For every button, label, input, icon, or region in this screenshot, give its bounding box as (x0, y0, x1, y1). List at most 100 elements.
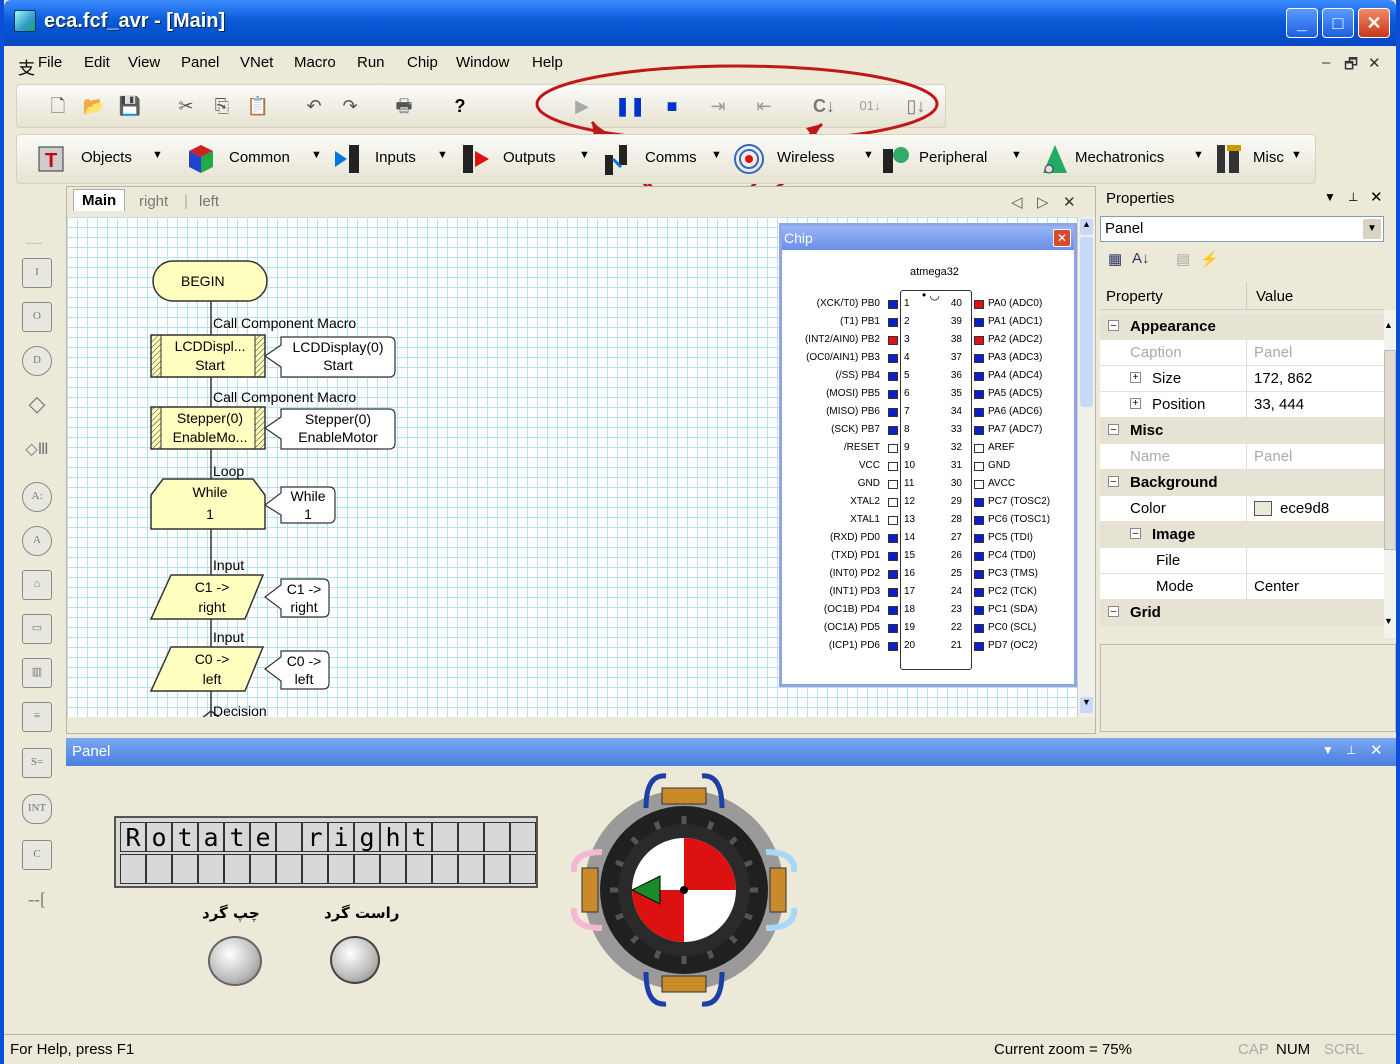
chip-pin-left[interactable] (888, 588, 898, 597)
chip-pin-left[interactable] (888, 300, 898, 309)
property-row[interactable]: – Background (1100, 470, 1384, 496)
panel-close-icon[interactable]: ✕ (1370, 741, 1383, 759)
chip-pin-left[interactable] (888, 606, 898, 615)
maximize-button[interactable]: □ (1322, 8, 1354, 38)
chip-pin-right[interactable] (974, 624, 984, 633)
collapse-icon[interactable]: – (1108, 424, 1119, 435)
collapse-icon[interactable]: – (1130, 528, 1141, 539)
tab-next-icon[interactable]: ▷ (1037, 193, 1049, 211)
wireless-chevron-icon[interactable]: ▼ (863, 149, 874, 161)
loop-shape-icon[interactable]: ⌂ (22, 570, 52, 600)
chip-pin-left[interactable] (888, 462, 898, 471)
help-icon[interactable]: ? (447, 93, 473, 119)
input1-shape[interactable]: C1 -> right (167, 577, 257, 617)
interrupt-icon[interactable]: INT (22, 794, 52, 824)
property-value[interactable]: 172, 862 (1254, 370, 1312, 387)
menu-vnet[interactable]: VNet (240, 54, 273, 71)
properties-pin-icon[interactable]: ⊥ (1348, 190, 1358, 204)
chip-pin-left[interactable] (888, 354, 898, 363)
property-row[interactable]: – Image (1100, 522, 1384, 548)
panel-pin-icon[interactable]: ⊥ (1346, 743, 1356, 757)
properties-close-icon[interactable]: ✕ (1370, 188, 1383, 206)
chip-pin-right[interactable] (974, 318, 984, 327)
mdi-close-icon[interactable]: ✕ (1368, 54, 1381, 72)
call2-shape[interactable]: Stepper(0) EnableMo... (165, 409, 255, 447)
collapse-icon[interactable]: – (1108, 606, 1119, 617)
connection-point-icon[interactable]: A: (22, 482, 52, 512)
common-menu[interactable]: Common (229, 149, 290, 166)
inputs-chevron-icon[interactable]: ▼ (437, 149, 448, 161)
chip-pin-left[interactable] (888, 318, 898, 327)
undo-icon[interactable]: ↶ (301, 93, 327, 119)
property-row[interactable]: Mode Center (1100, 574, 1384, 600)
new-file-icon[interactable]: 🗋 (45, 93, 71, 119)
input-shape-icon[interactable]: I (22, 258, 52, 288)
menu-macro[interactable]: Macro (294, 54, 336, 71)
properties-dropdown-icon[interactable]: ▼ (1324, 190, 1336, 204)
scroll-up-icon[interactable]: ▲ (1080, 219, 1093, 235)
property-row[interactable]: – Appearance (1100, 314, 1384, 340)
chip-pin-right[interactable] (974, 390, 984, 399)
tab-right[interactable]: right (139, 193, 168, 210)
tab-left[interactable]: left (199, 193, 219, 210)
chip-pin-right[interactable] (974, 480, 984, 489)
property-row[interactable]: – Grid (1100, 600, 1384, 626)
property-row[interactable]: + Size 172, 862 (1100, 366, 1384, 392)
props-scroll-up-icon[interactable]: ▲ (1384, 320, 1393, 330)
menu-edit[interactable]: Edit (84, 54, 110, 71)
scroll-thumb[interactable] (1080, 237, 1093, 407)
events-icon[interactable]: ⚡ (1200, 250, 1219, 268)
comment-icon[interactable]: --[ (22, 886, 52, 916)
chip-pin-right[interactable] (974, 336, 984, 345)
comms-chevron-icon[interactable]: ▼ (711, 149, 722, 161)
expand-icon[interactable]: + (1130, 398, 1141, 409)
chip-close-icon[interactable]: ✕ (1053, 229, 1071, 247)
chip-pin-left[interactable] (888, 444, 898, 453)
input2-shape[interactable]: C0 -> left (167, 649, 257, 689)
property-value[interactable]: 33, 444 (1254, 396, 1304, 413)
chip-pin-right[interactable] (974, 354, 984, 363)
macro-shape-icon[interactable]: ▭ (22, 614, 52, 644)
string-icon[interactable]: S= (22, 748, 52, 778)
collapse-icon[interactable]: – (1108, 476, 1119, 487)
mdi-restore-icon[interactable]: 🗗 (1344, 54, 1358, 79)
copy-icon[interactable]: ⎘ (209, 93, 235, 119)
inputs-menu[interactable]: Inputs (375, 149, 416, 166)
props-scroll-down-icon[interactable]: ▼ (1384, 616, 1393, 626)
tab-main[interactable]: Main (73, 189, 126, 211)
chip-pin-left[interactable] (888, 642, 898, 651)
chip-pin-left[interactable] (888, 390, 898, 399)
mechatronics-chevron-icon[interactable]: ▼ (1193, 149, 1204, 161)
peripheral-menu[interactable]: Peripheral (919, 149, 987, 166)
chip-pin-left[interactable] (888, 624, 898, 633)
mechatronics-menu[interactable]: Mechatronics (1075, 149, 1164, 166)
peripheral-chevron-icon[interactable]: ▼ (1011, 149, 1022, 161)
paste-icon[interactable]: 📋 (245, 93, 271, 119)
chip-pin-right[interactable] (974, 462, 984, 471)
chip-pin-right[interactable] (974, 570, 984, 579)
chip-pin-right[interactable] (974, 498, 984, 507)
chip-pin-right[interactable] (974, 642, 984, 651)
chip-pin-left[interactable] (888, 552, 898, 561)
delay-shape-icon[interactable]: D (22, 346, 52, 376)
output-shape-icon[interactable]: O (22, 302, 52, 332)
c-code-icon[interactable]: C (22, 840, 52, 870)
close-button[interactable]: ✕ (1358, 8, 1390, 38)
object-select[interactable]: Panel ▼ (1100, 216, 1384, 242)
panel-dropdown-icon[interactable]: ▼ (1322, 743, 1334, 757)
canvas-vertical-scrollbar[interactable]: ▲ ▼ (1077, 217, 1095, 717)
common-chevron-icon[interactable]: ▼ (311, 149, 322, 161)
outputs-menu[interactable]: Outputs (503, 149, 556, 166)
minimize-button[interactable]: _ (1286, 8, 1318, 38)
color-swatch[interactable] (1254, 501, 1272, 516)
props-scroll-thumb[interactable] (1384, 350, 1396, 550)
mdi-minimize-icon[interactable]: – (1322, 54, 1330, 71)
outputs-chevron-icon[interactable]: ▼ (579, 149, 590, 161)
property-value[interactable]: Panel (1254, 448, 1292, 465)
menu-chip[interactable]: Chip (407, 54, 438, 71)
objects-chevron-icon[interactable]: ▼ (152, 149, 163, 161)
menu-app-icon[interactable]: ⽀ (18, 54, 35, 79)
chip-pin-left[interactable] (888, 570, 898, 579)
goto-point-icon[interactable]: A (22, 526, 52, 556)
misc-menu[interactable]: Misc (1253, 149, 1284, 166)
